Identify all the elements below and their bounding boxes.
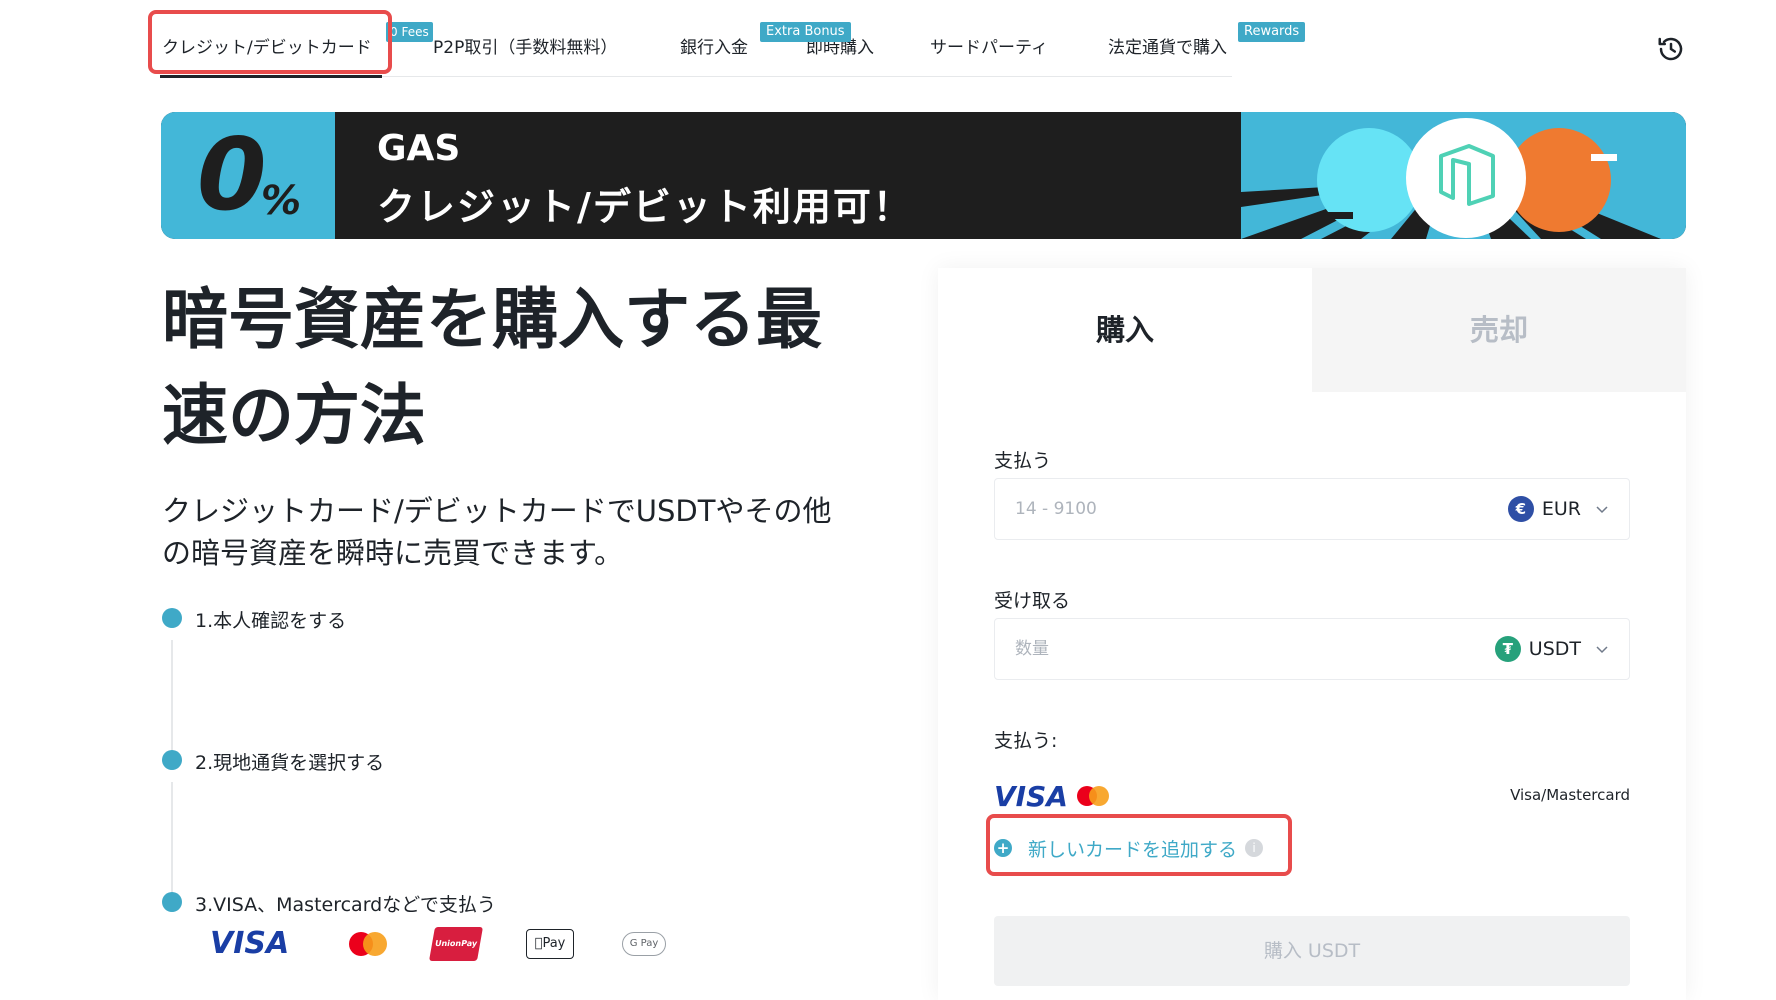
page-title-line-1: 暗号資産を購入する最 [162, 281, 822, 358]
google-pay-logo: G Pay [622, 932, 666, 956]
step-dot [162, 608, 182, 628]
pay-currency-select[interactable]: € EUR [1507, 479, 1609, 539]
receive-amount-field: ₮ USDT [994, 618, 1630, 680]
buy-usdt-button[interactable]: 購入 USDT [994, 916, 1630, 986]
tab-p2p[interactable]: P2P取引（手数料無料） [433, 30, 617, 66]
payment-method-name: Visa/Mastercard [1510, 786, 1630, 804]
chevron-down-icon [1596, 646, 1608, 654]
badge-extra-bonus: Extra Bonus [760, 22, 851, 42]
unionpay-logo: UnionPay [429, 927, 483, 961]
tab-bank-deposit[interactable]: 銀行入金 [680, 30, 748, 66]
receive-amount-input[interactable] [1015, 619, 1375, 679]
tab-sell[interactable]: 売却 [1312, 268, 1686, 392]
receive-currency-select[interactable]: ₮ USDT [1494, 619, 1609, 679]
tab-third-party[interactable]: サードパーティ [930, 30, 1048, 66]
mastercard-card-logo [1077, 786, 1109, 806]
page-subtitle-line-1: クレジットカード/デビットカードでUSDTやその他 [162, 494, 832, 528]
receive-currency-value: USDT [1528, 638, 1581, 660]
highlight-box-card-tab [148, 10, 392, 74]
page-subtitle: クレジットカード/デビットカードでUSDTやその他 の暗号資産を瞬時に売買できま… [162, 490, 882, 574]
banner-zero-fee-panel: 0 % [161, 112, 335, 239]
apple-pay-logo: Pay [526, 929, 574, 959]
pay-amount-input[interactable] [1015, 479, 1375, 539]
receive-label: 受け取る [994, 590, 1071, 612]
badge-rewards: Rewards [1238, 22, 1306, 42]
highlight-box-add-card [986, 814, 1292, 876]
page-title: 暗号資産を購入する最 速の方法 [162, 272, 902, 464]
pay-label: 支払う [994, 450, 1052, 472]
mastercard-logo [349, 932, 387, 956]
step-label: 2.現地通貨を選択する [195, 752, 385, 774]
trade-panel: 購入 売却 支払う € EUR 受け取る ₮ USDT 支払う: VISA Vi… [938, 268, 1686, 1000]
banner-zero: 0 [197, 116, 267, 233]
step-label: 1.本人確認をする [195, 610, 347, 632]
tether-icon: ₮ [1494, 636, 1521, 662]
visa-logo: VISA [210, 926, 290, 961]
apple-pay-text: Pay [538, 936, 565, 951]
nav-active-indicator [160, 75, 382, 78]
euro-icon: € [1507, 496, 1534, 522]
banner-artwork [1241, 112, 1686, 239]
banner-percent: % [261, 178, 302, 224]
visa-card-logo: VISA [994, 780, 1068, 813]
pay-currency-value: EUR [1541, 498, 1581, 520]
tab-buy[interactable]: 購入 [938, 268, 1312, 392]
history-icon[interactable] [1656, 34, 1686, 64]
step-dot [162, 750, 182, 770]
page-subtitle-line-2: の暗号資産を瞬時に売買できます。 [162, 536, 624, 570]
step-connector [171, 782, 173, 894]
top-nav: クレジット/デビットカード P2P取引（手数料無料） 銀行入金 即時購入 サード… [0, 0, 1776, 82]
tab-fiat-buy[interactable]: 法定通貨で購入 [1108, 30, 1227, 66]
pay-amount-field: € EUR [994, 478, 1630, 540]
banner-headline: クレジット/デビット利用可！ [377, 185, 913, 229]
step-dot [162, 892, 182, 912]
promo-banner[interactable]: 0 % GAS クレジット/デビット利用可！ [161, 112, 1686, 239]
payment-method-label: 支払う: [994, 730, 1058, 752]
step-connector [171, 640, 173, 752]
chevron-down-icon [1596, 506, 1608, 514]
banner-coin-name: GAS [377, 128, 461, 169]
badge-zero-fees: 0 Fees [386, 22, 433, 42]
banner-illustration [1241, 118, 1661, 239]
page-title-line-2: 速の方法 [162, 377, 426, 454]
step-label: 3.VISA、Mastercardなどで支払う [195, 894, 496, 916]
